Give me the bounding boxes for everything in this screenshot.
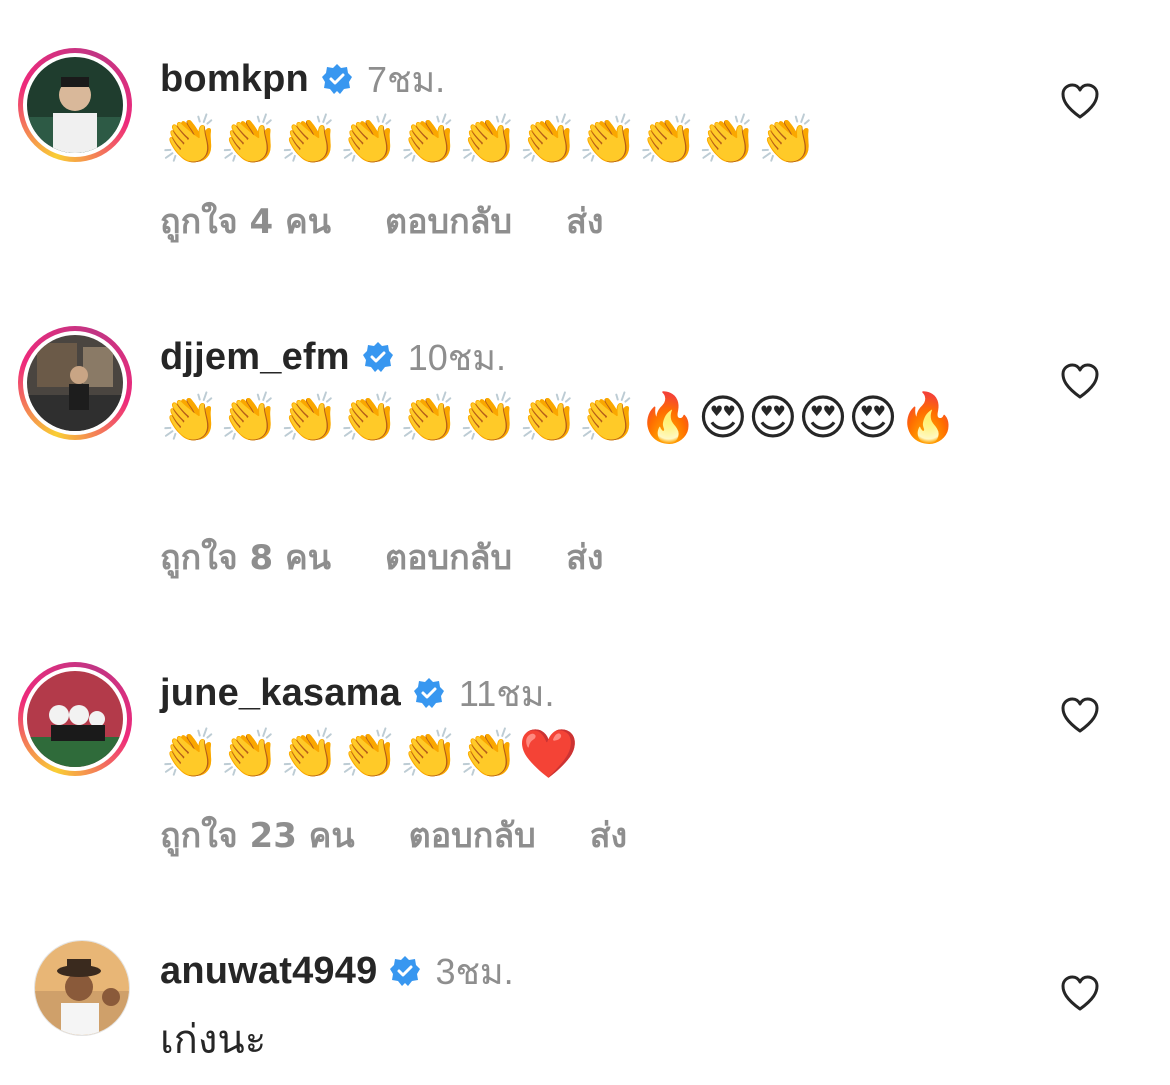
send-button[interactable]: ส่ง [566,530,603,584]
avatar[interactable] [34,940,130,1036]
avatar-photo [27,335,123,431]
avatar-photo [27,57,123,153]
comment-text: 👏👏👏👏👏👏👏👏👏👏👏 [160,112,818,168]
username[interactable]: djjem_efm [160,336,350,379]
verified-badge-icon [362,341,394,373]
heart-outline-icon[interactable] [1060,696,1100,736]
timestamp: 7ชม. [366,58,446,100]
heart-outline-icon[interactable] [1060,974,1100,1014]
likes-count[interactable]: ถูกใจ 23 คน [160,808,355,862]
heart-outline-icon[interactable] [1060,82,1100,122]
username[interactable]: bomkpn [160,58,309,101]
reply-button[interactable]: ตอบกลับ [385,530,512,584]
avatar[interactable] [18,662,132,776]
verified-badge-icon [389,955,421,987]
timestamp: 10ชม. [407,336,506,378]
send-button[interactable]: ส่ง [566,194,603,248]
comment-text: 👏👏👏👏👏👏❤️ [160,726,579,782]
avatar[interactable] [18,48,132,162]
avatar-photo [27,671,123,767]
verified-badge-icon [413,677,445,709]
username[interactable]: june_kasama [160,672,401,715]
avatar[interactable] [18,326,132,440]
send-button[interactable]: ส่ง [590,808,627,862]
username[interactable]: anuwat4949 [160,950,377,993]
timestamp: 3ชม. [435,950,514,992]
avatar-photo [35,941,129,1035]
timestamp: 11ชม. [458,672,555,714]
likes-count[interactable]: ถูกใจ 4 คน [160,194,331,248]
heart-outline-icon[interactable] [1060,362,1100,402]
likes-count[interactable]: ถูกใจ 8 คน [160,530,331,584]
reply-button[interactable]: ตอบกลับ [385,194,512,248]
comment-text: 👏👏👏👏👏👏👏👏🔥😍😍😍😍🔥 [160,390,958,446]
reply-button[interactable]: ตอบกลับ [409,808,536,862]
verified-badge-icon [321,63,353,95]
comment-text: เก่งนะ [160,1017,267,1063]
